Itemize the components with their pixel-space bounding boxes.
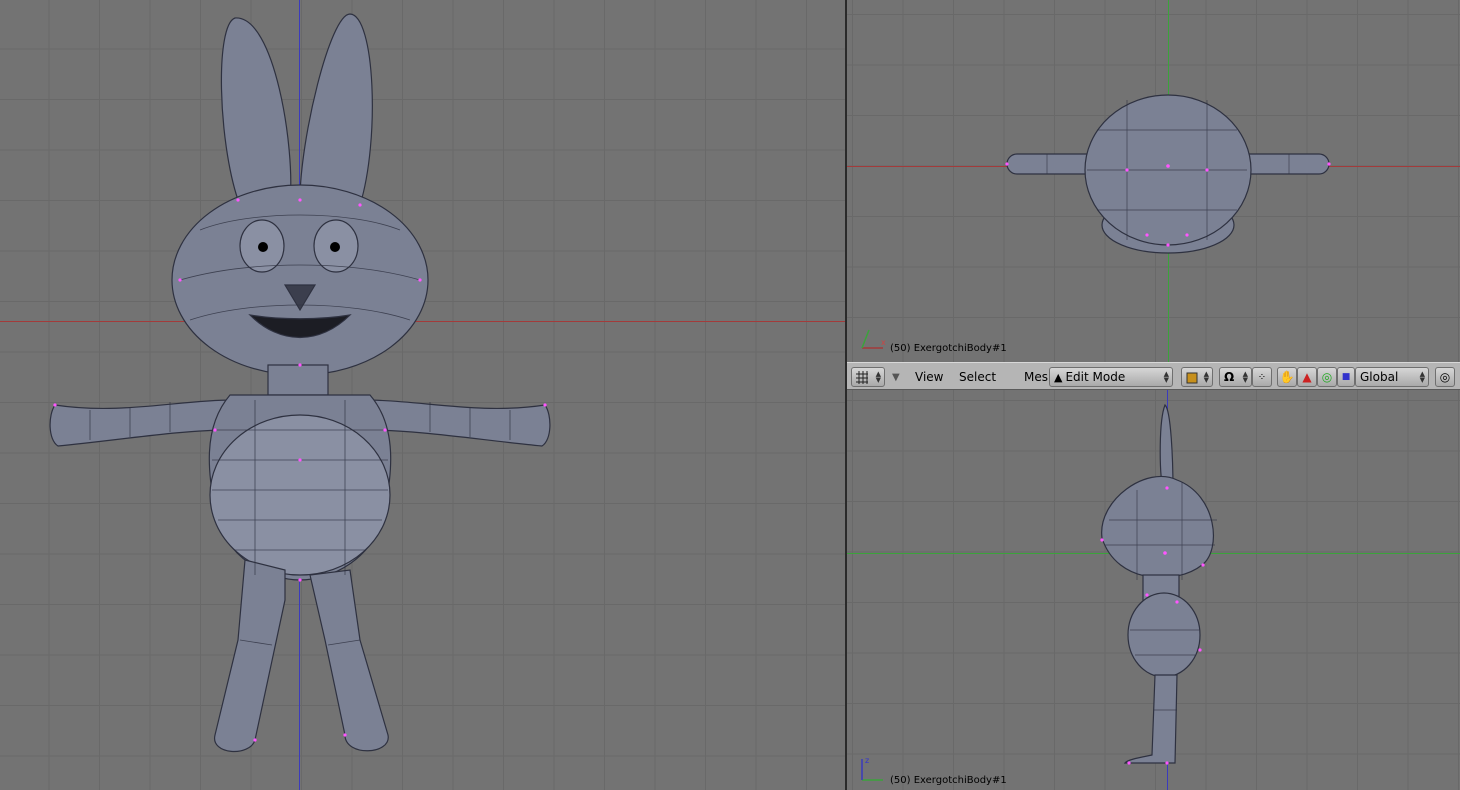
- updown-icon: ▲ ▼: [1163, 370, 1169, 384]
- dots-icon: ⁘: [1257, 371, 1267, 383]
- hand-icon: ✋: [1279, 370, 1295, 384]
- circle-icon: ◎: [1321, 370, 1333, 384]
- occlusion-toggle[interactable]: ◎: [1435, 367, 1455, 387]
- rotate-button[interactable]: ◎: [1317, 367, 1337, 387]
- updown-icon: ▲ ▼: [875, 370, 881, 384]
- axis-gizmo-icon: x: [861, 329, 886, 349]
- updown-icon: ▲ ▼: [1419, 370, 1425, 384]
- magnet-icon: Ω: [1224, 370, 1235, 384]
- square-icon: ■: [1341, 372, 1351, 382]
- updown-icon: ▲ ▼: [1203, 370, 1209, 384]
- viewport-header: ▲ ▼ ▼ View Select Mesh ▲ Edit Mode ▲ ▼ ▲ ▼ …: [847, 362, 1460, 390]
- updown-icon: ▲ ▼: [1242, 370, 1248, 384]
- mode-select-label: Edit Mode: [1065, 370, 1126, 384]
- side-viewport[interactable]: z (50) ExergotchiBody#1: [847, 390, 1460, 790]
- axis-gizmo-icon: z: [861, 756, 883, 781]
- bunny-side-mesh[interactable]: [847, 390, 1460, 790]
- translate-button[interactable]: ▲: [1297, 367, 1317, 387]
- triangle-icon: ▲: [1302, 370, 1312, 384]
- orientation-select[interactable]: Global ▲ ▼: [1355, 367, 1429, 387]
- triangle-down-icon[interactable]: ▼: [892, 367, 900, 387]
- bunny-front-mesh[interactable]: [0, 0, 845, 790]
- target-icon: ◎: [1439, 370, 1451, 384]
- draw-type-select[interactable]: ▲ ▼: [1181, 367, 1213, 387]
- top-object-label: (50) ExergotchiBody#1: [890, 343, 1007, 354]
- scale-button[interactable]: ■: [1337, 367, 1355, 387]
- mode-triangle-icon: ▲: [1054, 370, 1063, 384]
- top-viewport[interactable]: x (50) ExergotchiBody#1: [847, 0, 1460, 362]
- menu-select[interactable]: Select: [955, 367, 1000, 387]
- manipulator-toggle[interactable]: ✋: [1277, 367, 1297, 387]
- bunny-top-mesh[interactable]: [847, 0, 1460, 362]
- axis-z-label: z: [865, 756, 869, 765]
- cube-icon: [1186, 372, 1198, 384]
- grid-icon: [856, 371, 868, 384]
- proportional-edit-button[interactable]: ⁘: [1252, 367, 1272, 387]
- axis-x-label: x: [881, 338, 886, 347]
- front-viewport[interactable]: [0, 0, 845, 790]
- side-object-label: (50) ExergotchiBody#1: [890, 775, 1007, 786]
- menu-view[interactable]: View: [911, 367, 947, 387]
- pivot-select[interactable]: Ω ▲ ▼: [1219, 367, 1252, 387]
- viewport-type-menu[interactable]: ▲ ▼: [851, 367, 885, 387]
- orientation-label: Global: [1360, 370, 1399, 384]
- mode-select[interactable]: ▲ Edit Mode ▲ ▼: [1049, 367, 1173, 387]
